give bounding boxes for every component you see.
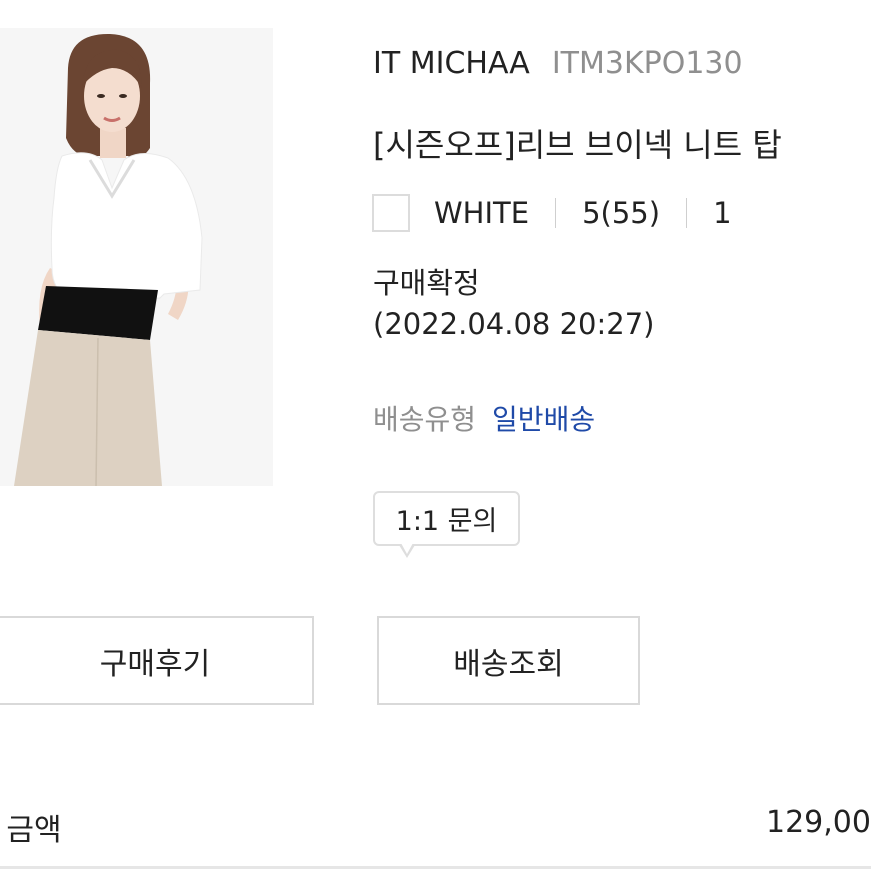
track-shipping-button[interactable]: 배송조회: [377, 616, 640, 705]
divider: [686, 198, 688, 228]
bottom-divider: [0, 866, 871, 869]
brand-name[interactable]: IT MICHAA: [373, 46, 530, 81]
divider: [555, 198, 557, 228]
shipping-type: 일반배송: [492, 403, 596, 436]
option-quantity: 1: [713, 196, 732, 230]
inquiry-button[interactable]: 1:1 문의: [373, 491, 520, 558]
total-amount: 129,00: [766, 805, 871, 840]
speech-bubble-tail: [399, 543, 415, 558]
inquiry-label: 1:1 문의: [395, 506, 498, 537]
order-status: 구매확정: [373, 266, 480, 300]
shipping-info: 배송유형 일반배송: [373, 398, 595, 438]
review-button[interactable]: 구매후기: [0, 616, 314, 705]
total-label: - 금액: [0, 813, 62, 848]
order-date: (2022.04.08 20:27): [373, 307, 655, 341]
product-code: ITM3KPO130: [551, 46, 743, 81]
option-row: WHITE 5(55) 1: [372, 193, 732, 233]
shipping-label: 배송유형: [373, 403, 477, 436]
option-color: WHITE: [434, 196, 530, 230]
product-image[interactable]: [0, 28, 273, 486]
brand-line: IT MICHAA ITM3KPO130: [373, 46, 743, 81]
color-swatch: [372, 194, 410, 232]
product-name[interactable]: [시즌오프]리브 브이넥 니트 탑: [373, 120, 782, 166]
option-size: 5(55): [582, 196, 661, 230]
